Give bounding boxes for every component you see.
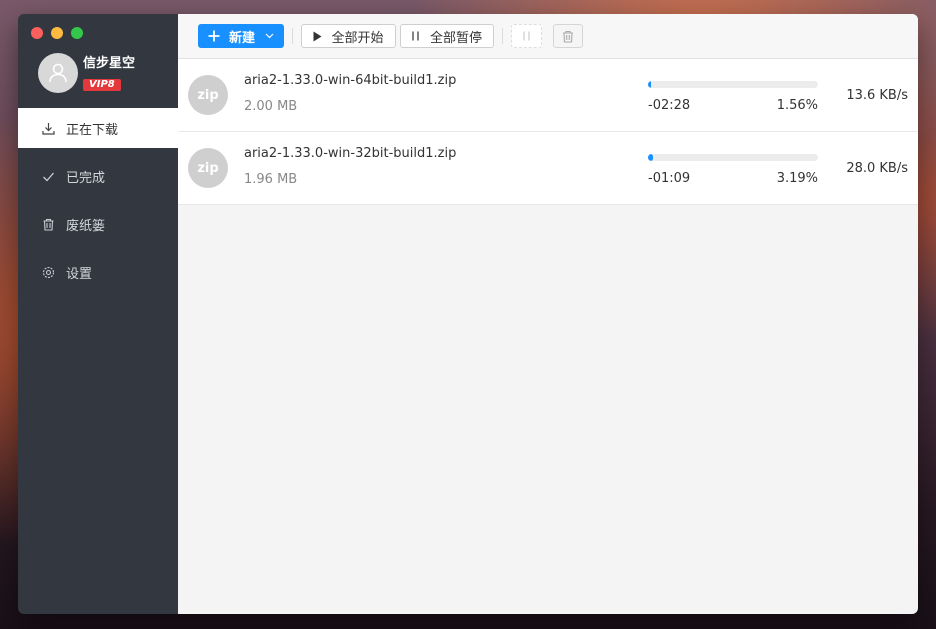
chevron-down-icon[interactable] (265, 33, 274, 39)
maximize-window-button[interactable] (71, 27, 83, 39)
toolbar-divider (502, 28, 503, 44)
user-icon (49, 63, 67, 83)
sidebar-item-trash[interactable]: 废纸篓 (18, 204, 178, 244)
trash-icon (41, 217, 55, 231)
gear-icon (41, 265, 55, 279)
task-row[interactable]: zip aria2-1.33.0-win-32bit-build1.zip 1.… (178, 132, 918, 205)
pause-all-button[interactable]: 全部暂停 (400, 24, 494, 48)
play-icon (313, 31, 322, 41)
sidebar-item-label: 正在下载 (66, 122, 119, 138)
close-window-button[interactable] (31, 27, 43, 39)
pause-all-label: 全部暂停 (429, 30, 482, 46)
task-name: aria2-1.33.0-win-32bit-build1.zip (244, 146, 457, 161)
main-panel: 新建 全部开始 全部暂停 zip aria2-1.33.0-win-64bit-… (178, 14, 918, 614)
task-row[interactable]: zip aria2-1.33.0-win-64bit-build1.zip 2.… (178, 59, 918, 132)
toolbar-divider (292, 28, 293, 44)
progress-bar (648, 154, 818, 161)
sidebar-item-label: 已完成 (66, 170, 106, 186)
check-icon (41, 169, 55, 183)
zip-file-icon: zip (188, 148, 228, 188)
sidebar-nav: 正在下载 已完成 废纸篓 设置 (18, 108, 178, 300)
task-size: 2.00 MB (244, 99, 298, 114)
plus-icon (208, 30, 220, 42)
sidebar-item-downloading[interactable]: 正在下载 (18, 108, 178, 148)
pause-icon (523, 31, 530, 41)
sidebar-item-label: 废纸篓 (66, 218, 106, 234)
task-name: aria2-1.33.0-win-64bit-build1.zip (244, 73, 457, 88)
task-speed: 28.0 KB/s (846, 161, 908, 176)
task-eta: -02:28 (648, 98, 691, 113)
task-speed: 13.6 KB/s (846, 88, 908, 103)
username: 信步星空 (83, 55, 136, 71)
task-eta: -01:09 (648, 171, 691, 186)
new-task-button[interactable]: 新建 (198, 24, 284, 48)
sidebar-item-label: 设置 (66, 266, 93, 282)
avatar[interactable] (38, 53, 78, 93)
delete-button[interactable] (553, 24, 583, 48)
sidebar-item-settings[interactable]: 设置 (18, 252, 178, 292)
task-size: 1.96 MB (244, 172, 298, 187)
task-list: zip aria2-1.33.0-win-64bit-build1.zip 2.… (178, 59, 918, 205)
user-profile[interactable]: 信步星空 VIP8 (38, 53, 135, 93)
trash-icon (563, 30, 573, 43)
zip-file-icon: zip (188, 75, 228, 115)
pause-icon (412, 31, 419, 41)
app-window: 信步星空 VIP8 正在下载 已完成 废纸篓 设置 新建 全部开始 全部暂停 z… (18, 14, 918, 614)
vip-badge: VIP8 (83, 78, 121, 91)
download-icon (41, 121, 55, 135)
sidebar: 信步星空 VIP8 正在下载 已完成 废纸篓 设置 (18, 14, 178, 614)
progress-fill (648, 81, 652, 88)
task-percent: 1.56% (776, 98, 818, 113)
start-all-label: 全部开始 (331, 30, 384, 46)
task-percent: 3.19% (776, 171, 818, 186)
sidebar-item-completed[interactable]: 已完成 (18, 156, 178, 196)
progress-fill (648, 154, 654, 161)
pause-button[interactable] (511, 24, 542, 48)
window-controls (31, 27, 83, 39)
start-all-button[interactable]: 全部开始 (301, 24, 396, 48)
toolbar: 新建 全部开始 全部暂停 (178, 14, 918, 59)
minimize-window-button[interactable] (51, 27, 63, 39)
user-info: 信步星空 VIP8 (83, 56, 135, 91)
new-task-label: 新建 (228, 30, 255, 46)
progress-bar (648, 81, 818, 88)
